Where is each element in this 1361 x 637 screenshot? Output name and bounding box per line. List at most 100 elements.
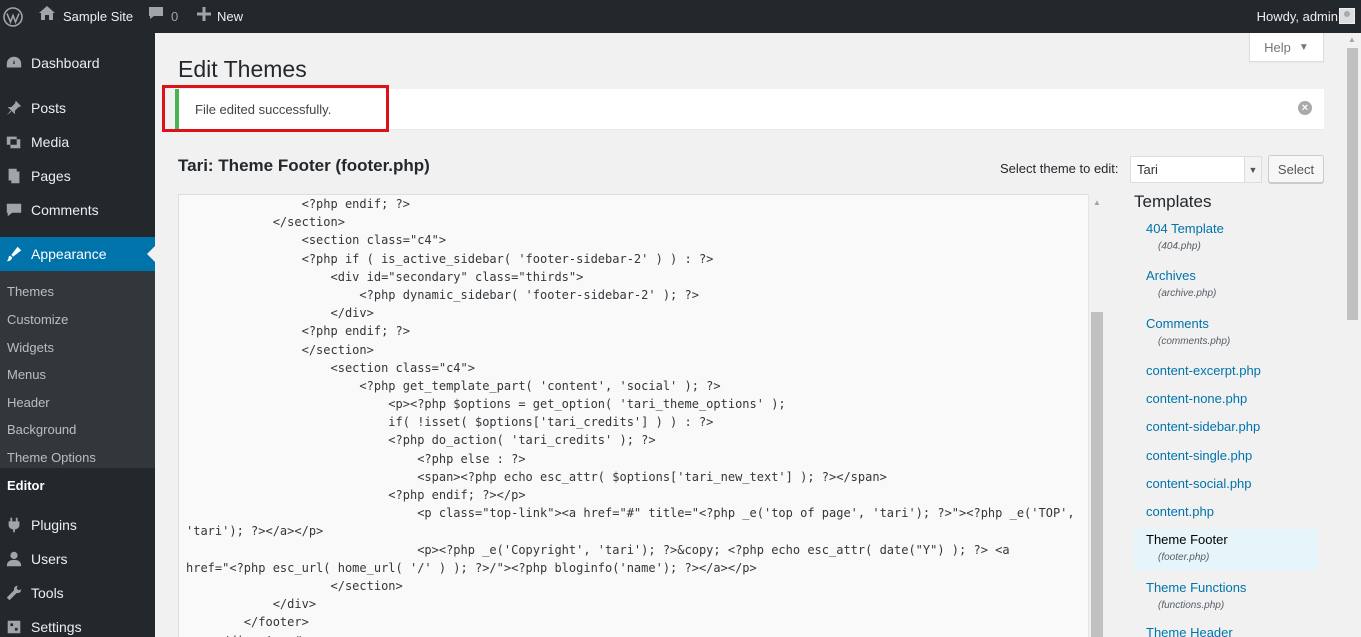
menu-users[interactable]: Users xyxy=(0,542,155,576)
code-line: if( !isset( $options['tari_credits'] ) )… xyxy=(186,415,714,430)
submenu-background[interactable]: Background xyxy=(7,422,76,437)
template-name[interactable]: Theme Header xyxy=(1146,625,1318,637)
chevron-down-icon: ▼ xyxy=(1244,157,1261,182)
menu-label: Posts xyxy=(31,100,67,116)
template-item[interactable]: content-sidebar.php xyxy=(1134,419,1318,434)
menu-label: Settings xyxy=(31,619,82,635)
comments-count: 0 xyxy=(171,9,179,24)
avatar[interactable] xyxy=(1339,8,1355,24)
select-theme-button[interactable]: Select xyxy=(1268,155,1324,183)
menu-plugins[interactable]: Plugins xyxy=(0,508,155,542)
site-name-label: Sample Site xyxy=(63,9,134,24)
comment-icon xyxy=(0,201,31,219)
code-editor[interactable]: <?php endif; ?> </section> <section clas… xyxy=(178,194,1105,637)
menu-label: Users xyxy=(31,551,68,567)
comments-link[interactable]: 0 xyxy=(148,0,178,33)
code-line: </div> xyxy=(186,306,374,321)
template-name[interactable]: content-sidebar.php xyxy=(1146,419,1318,434)
template-item[interactable]: Theme Footer (footer.php) xyxy=(1134,529,1318,570)
template-name[interactable]: content-single.php xyxy=(1146,448,1318,463)
success-notice: File edited successfully. × xyxy=(175,89,1324,129)
code-line: <section class="c4"> xyxy=(186,360,475,375)
template-item[interactable]: Comments (comments.php) xyxy=(1134,316,1318,347)
template-item[interactable]: content-single.php xyxy=(1134,448,1318,463)
template-name[interactable]: Archives xyxy=(1146,268,1318,283)
new-content-link[interactable]: New xyxy=(197,0,243,33)
template-name[interactable]: Theme Footer xyxy=(1146,532,1318,547)
scrollbar-thumb[interactable] xyxy=(1347,48,1358,320)
howdy-user-link[interactable]: Howdy, admin xyxy=(1257,0,1338,33)
code-line: <span><?php echo esc_attr( $options['tar… xyxy=(186,469,887,484)
menu-tools[interactable]: Tools xyxy=(0,576,155,610)
template-item[interactable]: content.php xyxy=(1134,504,1318,519)
code-line: <p class="top-link"><a href="#" title="<… xyxy=(186,506,1075,521)
menu-comments[interactable]: Comments xyxy=(0,193,155,227)
plugin-icon xyxy=(0,516,31,534)
help-button[interactable]: Help ▼ xyxy=(1249,33,1324,62)
page-title: Edit Themes xyxy=(178,56,307,82)
template-filename: (archive.php) xyxy=(1158,288,1217,299)
notice-message: File edited successfully. xyxy=(195,101,332,117)
page-scrollbar[interactable]: ▲ xyxy=(1344,33,1361,637)
code-lines: <?php endif; ?> </section> <section clas… xyxy=(186,195,1086,637)
template-item[interactable]: content-excerpt.php xyxy=(1134,363,1318,378)
template-filename: (comments.php) xyxy=(1158,336,1231,347)
code-line: </section> xyxy=(186,342,374,357)
template-item[interactable]: Theme Functions (functions.php) xyxy=(1134,580,1318,611)
template-name[interactable]: Comments xyxy=(1146,316,1318,331)
code-line: <p><?php $options = get_option( 'tari_th… xyxy=(186,397,786,412)
dismiss-icon[interactable]: × xyxy=(1298,101,1312,115)
scrollbar-thumb[interactable] xyxy=(1091,312,1103,637)
new-label: New xyxy=(217,9,244,24)
code-line: <?php endif; ?> xyxy=(186,197,410,211)
theme-select-label: Select theme to edit: xyxy=(1000,161,1119,176)
menu-appearance[interactable]: Appearance xyxy=(0,237,155,271)
selected-theme: Tari xyxy=(1137,162,1158,177)
menu-posts[interactable]: Posts xyxy=(0,91,155,125)
editor-scrollbar[interactable]: ▲ xyxy=(1088,194,1105,637)
submenu-theme-options[interactable]: Theme Options xyxy=(7,450,96,465)
template-name[interactable]: content-social.php xyxy=(1146,476,1318,491)
tools-icon xyxy=(0,584,31,602)
users-icon xyxy=(0,550,31,568)
template-name[interactable]: Theme Functions xyxy=(1146,580,1318,595)
scroll-up-icon[interactable]: ▲ xyxy=(1348,35,1356,44)
code-line: <?php endif; ?></p> xyxy=(186,488,526,502)
code-line: <?php if ( is_active_sidebar( 'footer-si… xyxy=(186,251,714,266)
template-item[interactable]: Theme Header xyxy=(1134,625,1318,637)
menu-dashboard[interactable]: Dashboard xyxy=(0,46,155,80)
submenu-menus[interactable]: Menus xyxy=(7,367,46,382)
home-icon xyxy=(38,0,56,33)
template-item[interactable]: content-social.php xyxy=(1134,476,1318,491)
code-line: <?php dynamic_sidebar( 'footer-sidebar-2… xyxy=(186,287,699,302)
scroll-up-icon[interactable]: ▲ xyxy=(1093,198,1101,207)
submenu-header[interactable]: Header xyxy=(7,395,50,410)
template-name[interactable]: 404 Template xyxy=(1146,221,1318,236)
menu-label: Comments xyxy=(31,202,99,218)
menu-settings[interactable]: Settings xyxy=(0,610,155,637)
media-icon xyxy=(0,133,31,151)
template-item[interactable]: 404 Template (404.php) xyxy=(1134,221,1318,252)
menu-label: Appearance xyxy=(31,246,107,262)
code-line: <?php do_action( 'tari_credits' ); ?> xyxy=(186,433,656,448)
submenu-themes[interactable]: Themes xyxy=(7,284,54,299)
submenu-editor[interactable]: Editor xyxy=(7,478,45,493)
template-item[interactable]: Archives (archive.php) xyxy=(1134,268,1318,299)
menu-pages[interactable]: Pages xyxy=(0,159,155,193)
dashboard-icon xyxy=(0,54,31,72)
comment-bubble-icon xyxy=(148,0,164,33)
template-item[interactable]: content-none.php xyxy=(1134,391,1318,406)
template-filename: (404.php) xyxy=(1158,241,1201,252)
wordpress-logo-icon[interactable] xyxy=(0,0,26,33)
submenu-customize[interactable]: Customize xyxy=(7,312,68,327)
template-name[interactable]: content-excerpt.php xyxy=(1146,363,1318,378)
template-name[interactable]: content-none.php xyxy=(1146,391,1318,406)
site-name-link[interactable]: Sample Site xyxy=(38,0,133,33)
code-line: </div><!-- #page --> xyxy=(186,632,1086,637)
brush-icon xyxy=(0,245,31,263)
menu-media[interactable]: Media xyxy=(0,125,155,159)
template-name[interactable]: content.php xyxy=(1146,504,1318,519)
theme-select[interactable]: Tari ▼ xyxy=(1130,156,1262,183)
submenu-widgets[interactable]: Widgets xyxy=(7,340,54,355)
code-line: </section> xyxy=(186,215,345,230)
